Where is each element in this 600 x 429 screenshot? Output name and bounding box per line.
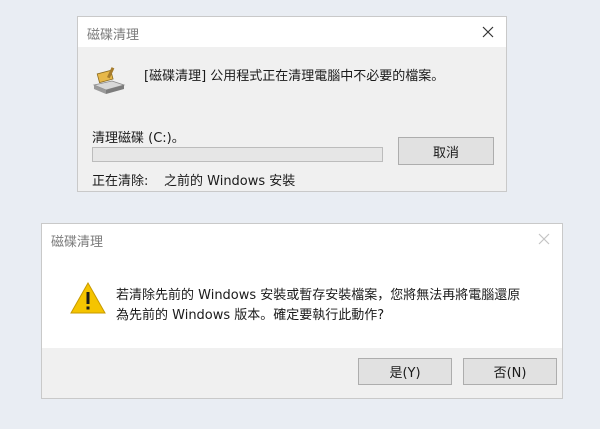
no-button[interactable]: 否(N) [463,358,557,385]
cleanup-message: [磁碟清理] 公用程式正在清理電腦中不必要的檔案。 [144,69,445,84]
close-button[interactable] [470,17,506,47]
title-bar: 磁碟清理 [78,17,506,47]
cleanup-progress-bar [92,147,383,162]
cancel-button[interactable]: 取消 [398,137,494,165]
dialog-title: 磁碟清理 [87,28,140,43]
status-item: 之前的 Windows 安裝 [164,174,296,189]
close-icon [538,233,550,245]
status-prefix: 正在清除: [92,174,149,189]
dialog-title: 磁碟清理 [51,235,104,250]
yes-button[interactable]: 是(Y) [358,358,452,385]
close-icon [482,26,494,38]
disk-cleanup-progress-dialog: 磁碟清理 [磁碟清理] 公用程式正在清理電腦中不必要的檔案。 清理磁碟 (C:)… [77,16,507,192]
close-button[interactable] [526,224,562,254]
disk-cleanup-icon [92,65,126,95]
confirm-message-line1: 若清除先前的 Windows 安裝或暫存安裝檔案，您將無法再將電腦還原 [116,288,521,303]
warning-icon [70,281,106,314]
drive-label: 清理磁碟 (C:)。 [92,131,185,146]
disk-cleanup-confirm-dialog: 磁碟清理 若清除先前的 Windows 安裝或暫存安裝檔案，您將無法再將電腦還原… [41,223,563,399]
title-bar: 磁碟清理 [42,224,562,254]
confirm-message-line2: 為先前的 Windows 版本。確定要執行此動作? [116,308,385,323]
